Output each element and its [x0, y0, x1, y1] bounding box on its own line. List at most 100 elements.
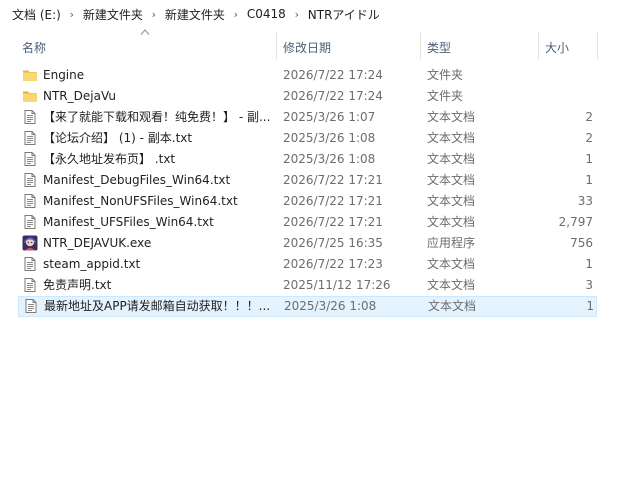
file-type: 文本文档 — [427, 152, 476, 166]
breadcrumb: 文档 (E:) › 新建文件夹 › 新建文件夹 › C0418 › NTRアイド… — [0, 0, 625, 28]
text-file-icon — [22, 214, 38, 230]
file-type: 文本文档 — [427, 194, 476, 208]
file-row-content: steam_appid.txt 2026/7/22 17:23 文本文档 1 — [0, 254, 625, 275]
file-type: 文本文档 — [427, 257, 476, 271]
text-file-icon — [22, 277, 38, 293]
breadcrumb-item-folder-2[interactable]: 新建文件夹 — [165, 6, 225, 23]
breadcrumb-separator-icon[interactable]: › — [147, 8, 161, 21]
file-size: 1 — [585, 257, 593, 271]
file-name: 【永久地址发布页】 .txt — [43, 152, 176, 166]
file-type: 文本文档 — [427, 278, 476, 292]
file-row-content: Manifest_DebugFiles_Win64.txt 2026/7/22 1… — [0, 170, 625, 191]
file-name: Manifest_DebugFiles_Win64.txt — [43, 173, 231, 187]
column-divider[interactable] — [420, 32, 421, 60]
file-date-modified: 2025/3/26 1:07 — [283, 110, 376, 124]
file-date-modified: 2026/7/22 17:24 — [283, 89, 383, 103]
file-row[interactable]: 【论坛介绍】 (1) - 副本.txt 2025/3/26 1:08 文本文档 2 — [0, 128, 625, 149]
file-name: NTR_DejaVu — [43, 89, 116, 103]
file-row[interactable]: Manifest_DebugFiles_Win64.txt 2026/7/22 1… — [0, 170, 625, 191]
file-row-content: 【永久地址发布页】 .txt 2025/3/26 1:08 文本文档 1 — [0, 149, 625, 170]
file-date-modified: 2025/3/26 1:08 — [283, 152, 376, 166]
file-list: Engine 2026/7/22 17:24 文件夹 NTR_DejaVu 2026/7… — [0, 65, 625, 317]
file-type: 文本文档 — [427, 173, 476, 187]
file-name: 最新地址及APP请发邮箱自动获取！！！... — [44, 299, 271, 313]
file-row[interactable]: Manifest_UFSFiles_Win64.txt 2026/7/22 17:… — [0, 212, 625, 233]
file-date-modified: 2026/7/22 17:21 — [283, 215, 383, 229]
file-row-content: 【来了就能下载和观看！纯免费！】 - 副... 2025/3/26 1:07 文本文… — [0, 107, 625, 128]
file-date-modified: 2026/7/22 17:21 — [283, 194, 383, 208]
breadcrumb-item-folder-1[interactable]: 新建文件夹 — [83, 6, 143, 23]
file-size: 2 — [585, 110, 593, 124]
file-size: 756 — [570, 236, 593, 250]
text-file-icon — [22, 151, 38, 167]
text-file-icon — [22, 130, 38, 146]
file-size: 2,797 — [558, 215, 593, 229]
file-size: 3 — [585, 278, 593, 292]
file-date-modified: 2025/3/26 1:08 — [284, 299, 377, 313]
file-row-content: Manifest_UFSFiles_Win64.txt 2026/7/22 17:… — [0, 212, 625, 233]
file-type: 文件夹 — [427, 89, 464, 103]
file-name: 【论坛介绍】 (1) - 副本.txt — [43, 131, 193, 145]
column-header-date[interactable]: 修改日期 — [283, 39, 331, 56]
text-file-icon — [22, 172, 38, 188]
text-file-icon — [23, 298, 39, 314]
file-name: steam_appid.txt — [43, 257, 141, 271]
app-icon — [22, 235, 38, 251]
column-header-type[interactable]: 类型 — [427, 39, 451, 56]
column-header-row: 名称 修改日期 类型 大小 — [0, 28, 625, 62]
file-type: 文本文档 — [427, 131, 476, 145]
file-date-modified: 2026/7/22 17:21 — [283, 173, 383, 187]
folder-icon — [22, 67, 38, 83]
file-row[interactable]: 最新地址及APP请发邮箱自动获取！！！... 2025/3/26 1:08 文本文档… — [18, 296, 597, 317]
file-row[interactable]: NTR_DejaVu 2026/7/22 17:24 文件夹 — [0, 86, 625, 107]
file-type: 文本文档 — [427, 215, 476, 229]
breadcrumb-item-current[interactable]: NTRアイドル — [308, 6, 380, 23]
file-name: Manifest_NonUFSFiles_Win64.txt — [43, 194, 238, 208]
file-row-content: NTR_DejaVu 2026/7/22 17:24 文件夹 — [0, 86, 625, 107]
file-date-modified: 2026/7/25 16:35 — [283, 236, 383, 250]
breadcrumb-separator-icon[interactable]: › — [290, 8, 304, 21]
file-row[interactable]: Engine 2026/7/22 17:24 文件夹 — [0, 65, 625, 86]
folder-icon — [22, 88, 38, 104]
sort-ascending-icon — [140, 29, 150, 35]
file-type: 应用程序 — [427, 236, 476, 250]
file-name: Manifest_UFSFiles_Win64.txt — [43, 215, 214, 229]
file-size: 1 — [585, 173, 593, 187]
file-size: 33 — [577, 194, 593, 208]
file-row[interactable]: steam_appid.txt 2026/7/22 17:23 文本文档 1 — [0, 254, 625, 275]
file-row-content: 【论坛介绍】 (1) - 副本.txt 2025/3/26 1:08 文本文档 2 — [0, 128, 625, 149]
text-file-icon — [22, 256, 38, 272]
file-row[interactable]: 【永久地址发布页】 .txt 2025/3/26 1:08 文本文档 1 — [0, 149, 625, 170]
breadcrumb-separator-icon[interactable]: › — [65, 8, 79, 21]
file-name: Engine — [43, 68, 85, 82]
column-divider[interactable] — [597, 32, 598, 60]
file-row-content: 最新地址及APP请发邮箱自动获取！！！... 2025/3/26 1:08 文本文档… — [1, 296, 596, 317]
file-row-content: NTR_DEJAVUK.exe 2026/7/25 16:35 应用程序 756 — [0, 233, 625, 254]
file-row-content: 免责声明.txt 2025/11/12 17:26 文本文档 3 — [0, 275, 625, 296]
file-date-modified: 2025/3/26 1:08 — [283, 131, 376, 145]
file-size: 2 — [585, 131, 593, 145]
file-date-modified: 2025/11/12 17:26 — [283, 278, 391, 292]
file-type: 文件夹 — [427, 68, 464, 82]
column-divider[interactable] — [276, 32, 277, 60]
file-date-modified: 2026/7/22 17:24 — [283, 68, 383, 82]
file-type: 文本文档 — [428, 299, 477, 313]
file-row[interactable]: 免责声明.txt 2025/11/12 17:26 文本文档 3 — [0, 275, 625, 296]
file-row-content: Engine 2026/7/22 17:24 文件夹 — [0, 65, 625, 86]
file-row[interactable]: 【来了就能下载和观看！纯免费！】 - 副... 2025/3/26 1:07 文本文… — [0, 107, 625, 128]
file-size: 1 — [585, 152, 593, 166]
text-file-icon — [22, 109, 38, 125]
file-row[interactable]: Manifest_NonUFSFiles_Win64.txt 2026/7/22 … — [0, 191, 625, 212]
file-row[interactable]: NTR_DEJAVUK.exe 2026/7/25 16:35 应用程序 756 — [0, 233, 625, 254]
column-header-size[interactable]: 大小 — [545, 39, 569, 56]
breadcrumb-separator-icon[interactable]: › — [229, 8, 243, 21]
breadcrumb-item-drive[interactable]: 文档 (E:) — [12, 6, 61, 23]
file-row-content: Manifest_NonUFSFiles_Win64.txt 2026/7/22 … — [0, 191, 625, 212]
column-header-name[interactable]: 名称 — [22, 39, 46, 56]
text-file-icon — [22, 193, 38, 209]
breadcrumb-item-folder-3[interactable]: C0418 — [247, 7, 286, 21]
column-divider[interactable] — [538, 32, 539, 60]
file-name: 【来了就能下载和观看！纯免费！】 - 副... — [43, 110, 271, 124]
file-size: 1 — [586, 299, 594, 313]
file-name: 免责声明.txt — [43, 278, 112, 292]
